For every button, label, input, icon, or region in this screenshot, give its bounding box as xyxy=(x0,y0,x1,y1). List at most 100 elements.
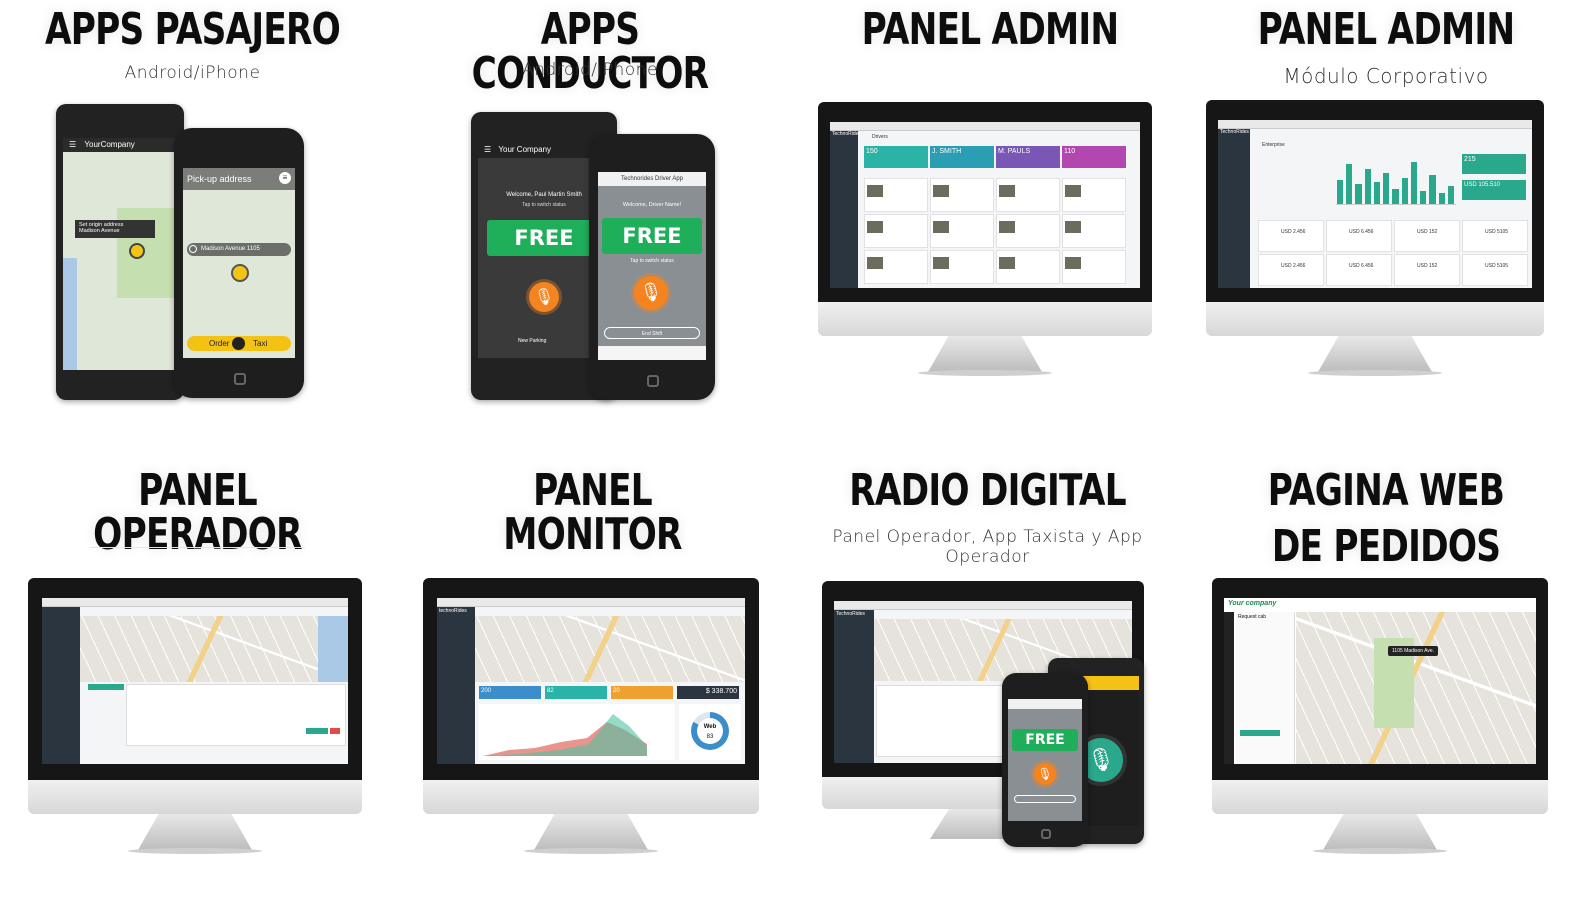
pin-icon[interactable] xyxy=(129,243,145,259)
iphone: Pick-up address ≡ Madison Avenue 1105 Or… xyxy=(174,128,304,398)
driver-card[interactable] xyxy=(1062,178,1126,212)
driver-card[interactable] xyxy=(864,250,928,284)
panel-title-line2: DE PEDIDOS xyxy=(1271,521,1501,572)
bar xyxy=(1392,188,1399,204)
driver-card[interactable] xyxy=(864,178,928,212)
panel-operador: PANEL OPERADOR xyxy=(0,455,395,907)
order-taxi-button[interactable]: Order Taxi xyxy=(187,336,291,351)
menu-icon[interactable]: ≡ xyxy=(279,172,291,184)
panel-monitor: PANEL MONITOR technoRides 200 82 20 $ 33… xyxy=(395,455,790,907)
driver-photo xyxy=(1065,185,1081,197)
amount-value: USD 2.456 xyxy=(1281,263,1306,269)
amount-card[interactable]: USD 2.456 xyxy=(1258,220,1324,252)
menu-icon[interactable]: ☰ xyxy=(484,145,491,154)
driver-card[interactable] xyxy=(864,214,928,248)
dispatch-form[interactable] xyxy=(126,684,346,746)
driver-card[interactable] xyxy=(996,250,1060,284)
amount-card[interactable]: USD 6.456 xyxy=(1326,254,1392,286)
browser-bar xyxy=(834,601,1132,610)
new-parking-label: New Parking xyxy=(518,338,547,344)
imac: Your company Request cab 1105 Madison Av… xyxy=(1212,578,1548,858)
address-input[interactable]: Madison Avenue 1105 xyxy=(187,243,291,256)
brand: Your company xyxy=(1228,600,1277,607)
panel-subtitle: Android/iPhone xyxy=(522,60,658,80)
monitor-screen: technoRides 200 82 20 $ 338.700 Web 83 xyxy=(437,598,745,764)
kpi-value: 110 xyxy=(1064,148,1076,155)
taxi-icon xyxy=(232,337,245,350)
driver-card[interactable] xyxy=(1062,214,1126,248)
microphone-icon[interactable]: 🎙 xyxy=(529,282,559,312)
brand: TechnoRides xyxy=(836,611,865,617)
sidebar xyxy=(42,607,80,764)
driver-photo xyxy=(933,257,949,269)
amount-value: USD 6.456 xyxy=(1349,229,1374,235)
corporate-screen: TechnoRides Enterprise 215 USD 105.510 U… xyxy=(1218,120,1532,288)
order-label: Order xyxy=(209,339,230,348)
pin-icon[interactable] xyxy=(231,264,249,282)
address-marker[interactable]: 1105 Madison Ave. xyxy=(1388,646,1439,656)
free-status-button[interactable]: FREE xyxy=(602,218,702,254)
web-orders-screen: Your company Request cab 1105 Madison Av… xyxy=(1224,598,1536,764)
driver-photo xyxy=(867,185,883,197)
amount-card[interactable]: USD 152 xyxy=(1394,254,1460,286)
taxi-label: Taxi xyxy=(253,339,268,348)
home-button-icon[interactable] xyxy=(1041,829,1051,839)
browser-bar xyxy=(42,598,348,607)
bar xyxy=(1438,193,1445,204)
bar xyxy=(1355,184,1362,204)
panel-title: PANEL ADMIN xyxy=(1257,4,1515,55)
end-shift-button[interactable] xyxy=(1014,795,1076,803)
driver-card[interactable] xyxy=(1062,250,1126,284)
driver-photo xyxy=(1065,221,1081,233)
address-value: Madison Avenue 1105 xyxy=(201,246,260,252)
bar xyxy=(1401,177,1408,204)
driver-card[interactable] xyxy=(996,178,1060,212)
sidebar xyxy=(1218,129,1250,288)
kpi-value: J. SMITH xyxy=(932,148,962,155)
browser-bar xyxy=(1218,120,1532,129)
amount-card[interactable]: USD 6.456 xyxy=(1326,220,1392,252)
bar xyxy=(1364,168,1371,204)
operator-screen xyxy=(42,598,348,764)
bar xyxy=(1383,173,1390,204)
end-shift-button[interactable]: End Shift xyxy=(604,327,700,339)
bar-chart xyxy=(1336,160,1456,205)
request-button[interactable] xyxy=(1240,730,1280,736)
driver-card[interactable] xyxy=(930,178,994,212)
driver-photo xyxy=(867,221,883,233)
free-status-button[interactable]: FREE xyxy=(487,220,601,256)
free-status-button[interactable]: FREE xyxy=(1012,729,1078,751)
amount-card[interactable]: USD 152 xyxy=(1394,220,1460,252)
driver-card[interactable] xyxy=(930,250,994,284)
bar xyxy=(1447,186,1454,204)
driver-card[interactable] xyxy=(930,214,994,248)
phone-map: ☰ YourCompany Set origin address Madison… xyxy=(63,138,177,370)
tap-hint: Tap to switch status xyxy=(630,258,674,264)
panel-title: APPS PASAJERO xyxy=(44,4,341,55)
bar xyxy=(1346,164,1353,204)
driver-screen: Technorides Driver App Welcome, Driver N… xyxy=(598,172,706,360)
driver-photo xyxy=(999,257,1015,269)
driver-app-screen: FREE 🎙 xyxy=(1008,699,1082,821)
imac: TechnoRides Drivers 150 J. SMITH M. PAUL… xyxy=(818,102,1152,382)
amount-card[interactable]: USD 5105 xyxy=(1462,220,1528,252)
bar xyxy=(1410,162,1418,204)
request-form[interactable]: Request cab xyxy=(1236,612,1295,764)
home-button-icon[interactable] xyxy=(647,375,659,387)
amount-card[interactable]: USD 2.456 xyxy=(1258,254,1324,286)
menu-icon[interactable]: ☰ xyxy=(69,140,76,149)
cancel-button[interactable] xyxy=(330,728,340,734)
app-header xyxy=(1008,699,1082,709)
panel-title: PANEL ADMIN xyxy=(861,4,1119,55)
amount-card[interactable]: USD 5105 xyxy=(1462,254,1528,286)
new-operation-tab[interactable] xyxy=(88,684,124,690)
microphone-icon[interactable]: 🎙 xyxy=(634,276,668,310)
kpi-tile: 215 xyxy=(1462,154,1526,174)
submit-button[interactable] xyxy=(306,728,328,734)
home-button-icon[interactable] xyxy=(234,373,246,385)
panel-subtitle: Módulo Corporativo xyxy=(1283,64,1489,88)
driver-card[interactable] xyxy=(996,214,1060,248)
stat-tile: 82 xyxy=(545,686,607,699)
brand: TechnoRides xyxy=(1220,129,1249,135)
microphone-icon[interactable]: 🎙 xyxy=(1034,763,1056,785)
